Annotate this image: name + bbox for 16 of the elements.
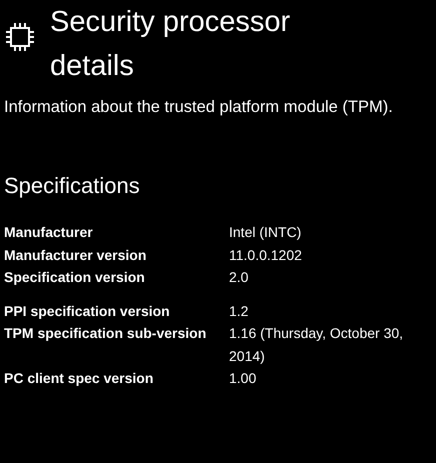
- spec-value: 1.00: [229, 369, 258, 388]
- section-heading: Specifications: [4, 172, 141, 200]
- spec-label: PPI specification version: [4, 302, 171, 321]
- spec-label: Manufacturer: [4, 223, 94, 242]
- chip-icon: [4, 22, 36, 52]
- description-text: Information about the trusted platform module (TPM).: [4, 97, 394, 118]
- spec-label: Specification version: [4, 268, 146, 287]
- spec-value: 1.16 (Thursday, October 30, 2014): [229, 324, 404, 366]
- spec-label: TPM specification sub-version: [4, 324, 208, 343]
- spec-label: Manufacturer version: [4, 246, 148, 264]
- spec-value: 1.2: [229, 302, 250, 320]
- spec-label: PC client spec version: [4, 369, 154, 388]
- spec-value: Intel (INTC): [229, 223, 302, 242]
- page-title: Security processor details: [50, 5, 292, 84]
- spec-value: 2.0: [229, 268, 250, 287]
- spec-value: 11.0.0.1202: [229, 246, 303, 264]
